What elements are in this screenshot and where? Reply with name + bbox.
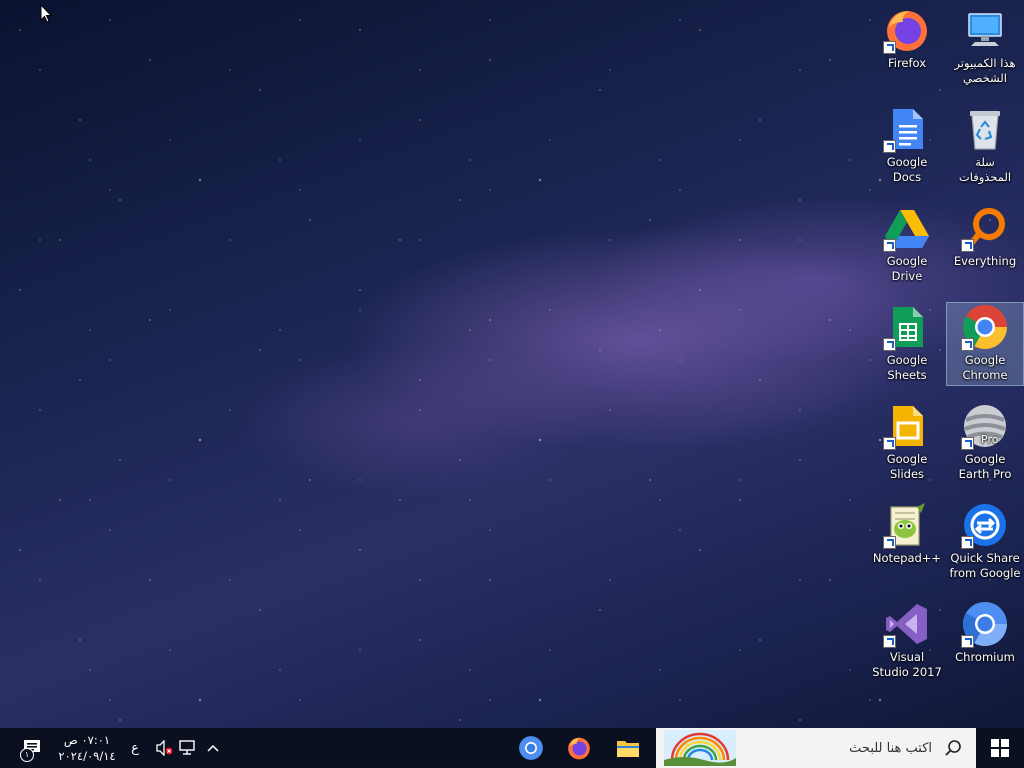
desktop-icon-label: هذا الكمبيوتر الشخصي: [954, 56, 1016, 85]
shortcut-arrow-icon: [883, 437, 896, 450]
action-center-button[interactable]: ١: [14, 728, 50, 768]
chromium-icon: [961, 600, 1009, 648]
chevron-up-icon: [207, 744, 219, 752]
desktop-icon-chromium[interactable]: Chromium: [947, 600, 1023, 665]
desktop-icon-label: Chromium: [955, 650, 1015, 664]
google-docs-icon: [883, 105, 931, 153]
search-icon: [945, 740, 961, 756]
desktop-icon-firefox[interactable]: Firefox: [869, 6, 945, 71]
clock-date: ٢٠٢٤/٠٩/١٤: [58, 749, 116, 763]
recycle-bin-icon: [961, 105, 1009, 153]
desktop-icon-google-earth-pro[interactable]: Pro Google Earth Pro: [947, 402, 1023, 482]
google-slides-icon: [883, 402, 931, 450]
clock-time: ٠٧:٠١ ص: [63, 733, 111, 747]
google-drive-icon: [883, 204, 931, 252]
computer-icon: [961, 6, 1009, 54]
desktop-icon-label: Google Drive: [886, 254, 928, 283]
desktop-icon-visual-studio[interactable]: Visual Studio 2017: [869, 600, 945, 680]
taskbar-file-explorer[interactable]: [606, 728, 650, 768]
network-status-button[interactable]: [176, 728, 200, 768]
desktop-icon-recycle-bin[interactable]: سلة المحذوفات: [947, 105, 1023, 185]
mouse-cursor-icon: [40, 3, 53, 28]
chromium-icon: [519, 736, 543, 760]
firefox-icon: [883, 6, 931, 54]
network-disconnected-icon: [179, 740, 195, 755]
notification-count-badge: ١: [20, 748, 34, 762]
start-button[interactable]: [976, 728, 1024, 768]
desktop-icon-label: Google Sheets: [886, 353, 928, 382]
folder-icon: [617, 741, 639, 757]
taskbar: ع ٠٧:٠١ ص ٢٠٢٤/٠٩/١٤ ١: [0, 728, 1024, 768]
taskbar-clock[interactable]: ٠٧:٠١ ص ٢٠٢٤/٠٩/١٤: [52, 732, 122, 764]
desktop-icon-label: Everything: [953, 254, 1017, 268]
desktop-icon-label: Visual Studio 2017: [872, 650, 942, 679]
chrome-icon: [961, 303, 1009, 351]
shortcut-arrow-icon: [961, 437, 974, 450]
desktop-icon-label: Google Earth Pro: [958, 452, 1012, 481]
desktop-icon-label: Notepad++: [872, 551, 942, 565]
windows-logo-icon: [991, 739, 1009, 757]
desktop-icon-this-pc[interactable]: هذا الكمبيوتر الشخصي: [947, 6, 1023, 86]
desktop-icon-label: Firefox: [887, 56, 927, 70]
taskbar-firefox[interactable]: [557, 728, 601, 768]
desktop-icon-label: Google Slides: [886, 452, 928, 481]
shortcut-arrow-icon: [961, 338, 974, 351]
desktop-icon-label: Google Docs: [886, 155, 928, 184]
show-hidden-icons-button[interactable]: [202, 728, 224, 768]
search-input[interactable]: [770, 739, 934, 757]
input-language-label: ع: [131, 740, 139, 756]
notepad-plus-plus-icon: [883, 501, 931, 549]
shortcut-arrow-icon: [883, 536, 896, 549]
shortcut-arrow-icon: [883, 635, 896, 648]
desktop-icon-google-chrome[interactable]: Google Chrome: [946, 302, 1024, 386]
desktop-icon-label: سلة المحذوفات: [958, 155, 1012, 184]
shortcut-arrow-icon: [883, 140, 896, 153]
shortcut-arrow-icon: [961, 635, 974, 648]
volume-muted-icon: [156, 740, 173, 756]
shortcut-arrow-icon: [883, 338, 896, 351]
desktop-icon-label: Quick Share from Google: [949, 551, 1021, 580]
shortcut-arrow-icon: [961, 536, 974, 549]
desktop-icon-google-sheets[interactable]: Google Sheets: [869, 303, 945, 383]
shortcut-arrow-icon: [883, 239, 896, 252]
desktop-icon-google-docs[interactable]: Google Docs: [869, 105, 945, 185]
quick-share-icon: [961, 501, 1009, 549]
shortcut-arrow-icon: [883, 41, 896, 54]
google-earth-pro-icon: Pro: [961, 402, 1009, 450]
desktop-icon-notepad-plus-plus[interactable]: Notepad++: [869, 501, 945, 566]
taskbar-search-box[interactable]: [656, 728, 976, 768]
search-highlight-illustration: [664, 730, 736, 766]
shortcut-arrow-icon: [961, 239, 974, 252]
taskbar-chromium[interactable]: [509, 728, 553, 768]
firefox-icon: [568, 737, 590, 760]
google-sheets-icon: [883, 303, 931, 351]
earth-pro-badge: Pro: [981, 433, 999, 446]
volume-button[interactable]: [152, 728, 176, 768]
desktop-icon-google-drive[interactable]: Google Drive: [869, 204, 945, 284]
desktop-icon-google-slides[interactable]: Google Slides: [869, 402, 945, 482]
desktop-icon-everything[interactable]: Everything: [947, 204, 1023, 269]
desktop-icon-label: Google Chrome: [962, 353, 1008, 382]
input-language-button[interactable]: ع: [124, 728, 146, 768]
desktop-icon-quick-share[interactable]: Quick Share from Google: [947, 501, 1023, 581]
visual-studio-icon: [883, 600, 931, 648]
everything-search-icon: [961, 204, 1009, 252]
